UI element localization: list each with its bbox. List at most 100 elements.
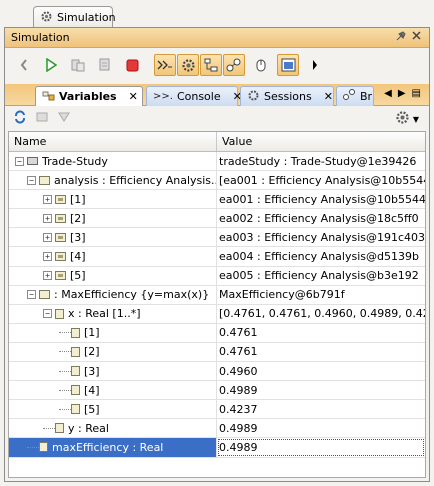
collapse-toggle-icon[interactable]: − — [43, 309, 52, 319]
tab-variables[interactable]: Variables ✕ — [35, 86, 143, 106]
collapse-toggle-icon[interactable]: − — [27, 290, 36, 300]
port-icon — [55, 308, 64, 319]
step-into-button[interactable] — [67, 54, 89, 76]
hierarchy-button[interactable] — [200, 54, 222, 76]
table-header: Name Value — [9, 132, 425, 152]
row-value[interactable]: ea004 : Efficiency Analysis@d5139b — [217, 247, 425, 265]
table-row[interactable]: maxEfficiency : Real 0.4989 — [9, 438, 425, 458]
close-icon[interactable]: ✕ — [324, 90, 333, 103]
step-over-button[interactable] — [94, 54, 116, 76]
expand-toggle-icon[interactable]: + — [43, 271, 52, 281]
tab-breakpoints[interactable]: Br — [336, 86, 374, 106]
expand-toggle-icon[interactable]: + — [43, 232, 52, 242]
column-header-value[interactable]: Value — [217, 132, 252, 151]
animation-icon — [157, 60, 172, 70]
tree-cell: [2] — [9, 342, 217, 362]
row-value[interactable]: 0.4989 — [217, 419, 425, 437]
expand-toggle-icon[interactable]: + — [43, 252, 52, 262]
row-value[interactable]: 0.4237 — [217, 400, 425, 418]
tab-label: Console — [176, 90, 221, 103]
table-row[interactable]: [1] 0.4761 — [9, 323, 425, 343]
table-row[interactable]: y : Real 0.4989 — [9, 419, 425, 439]
part-icon — [39, 290, 50, 300]
options-gear-icon[interactable] — [395, 110, 410, 128]
table-row[interactable]: + [3] ea003 : Efficiency Analysis@191c403 — [9, 228, 425, 248]
table-row[interactable]: [4] 0.4989 — [9, 381, 425, 401]
collapse-all-icon[interactable] — [35, 110, 49, 127]
chevron-down-icon[interactable]: ▼ — [413, 115, 419, 124]
step-over-icon — [99, 58, 110, 71]
pin-icon[interactable] — [396, 31, 406, 44]
row-value[interactable]: 0.4761 — [217, 343, 425, 361]
expand-all-icon[interactable] — [57, 110, 71, 127]
table-row[interactable]: + [1] ea001 : Efficiency Analysis@10b5544 — [9, 190, 425, 210]
table-row[interactable]: [2] 0.4761 — [9, 342, 425, 363]
row-name: x : Real [1..*] — [68, 307, 141, 321]
outer-tab-label: Simulation — [57, 11, 116, 24]
expand-toggle-icon[interactable]: + — [43, 194, 52, 204]
table-row[interactable]: + [4] ea004 : Efficiency Analysis@d5139b — [9, 247, 425, 267]
stop-button[interactable] — [121, 54, 143, 76]
breakpoints-icon — [343, 89, 356, 104]
scroll-right-icon[interactable]: ▶ — [398, 88, 406, 99]
step-marker-button[interactable] — [304, 54, 326, 76]
breakpoints-button[interactable] — [223, 54, 245, 76]
collapse-toggle-icon[interactable]: − — [27, 175, 36, 185]
close-icon[interactable] — [412, 31, 421, 44]
row-value[interactable]: tradeStudy : Trade-Study@1e39426 — [217, 152, 425, 170]
step-back-icon — [20, 59, 27, 71]
row-value[interactable]: ea001 : Efficiency Analysis@10b5544 — [217, 190, 425, 208]
scroll-left-icon[interactable]: ◀ — [384, 88, 392, 99]
column-header-name[interactable]: Name — [9, 132, 217, 151]
class-icon — [27, 157, 38, 166]
settings-button[interactable] — [177, 54, 199, 76]
tab-sessions[interactable]: Sessions ✕ — [240, 86, 334, 106]
inst-icon — [55, 213, 66, 223]
row-name: [5] — [70, 269, 86, 283]
row-value[interactable]: ea002 : Efficiency Analysis@18c5ff0 — [217, 209, 425, 227]
table-row[interactable]: + [5] ea005 : Efficiency Analysis@b3e192 — [9, 266, 425, 286]
sessions-icon — [247, 89, 260, 105]
table-row[interactable]: [5] 0.4237 — [9, 400, 425, 420]
table-row[interactable]: + [2] ea002 : Efficiency Analysis@18c5ff0 — [9, 209, 425, 229]
tab-label: Sessions — [264, 90, 312, 103]
tab-console[interactable]: >>. Console ✕ — [146, 86, 242, 106]
row-name: [4] — [70, 250, 86, 264]
animation-button[interactable] — [154, 54, 176, 76]
inst-icon — [55, 232, 66, 242]
stop-icon — [126, 59, 138, 71]
table-row[interactable]: [3] 0.4960 — [9, 362, 425, 382]
run-button[interactable] — [40, 54, 62, 76]
row-value[interactable]: [ea001 : Efficiency Analysis@10b5544,... — [217, 171, 425, 189]
row-value[interactable]: MaxEfficiency@6b791f — [217, 286, 425, 304]
tab-list-icon[interactable]: ▤ — [412, 88, 421, 99]
export-button[interactable] — [277, 54, 299, 76]
tree-cell: [5] — [9, 400, 217, 419]
row-value[interactable]: 0.4761 — [217, 324, 425, 342]
inst-icon — [55, 271, 66, 281]
table-row[interactable]: − analysis : Efficiency Analysis... [ea001… — [9, 171, 425, 191]
expand-toggle-icon[interactable]: + — [43, 213, 52, 223]
refresh-icon[interactable] — [13, 110, 27, 127]
export-icon — [281, 58, 295, 72]
tree-cell: − x : Real [1..*] — [9, 304, 217, 323]
collapse-toggle-icon[interactable]: − — [15, 156, 24, 166]
table-row[interactable]: − : MaxEfficiency {y=max(x)} MaxEfficienc… — [9, 285, 425, 305]
row-value[interactable]: 0.4989 — [217, 438, 425, 456]
step-back-button[interactable] — [13, 54, 35, 76]
row-value[interactable]: 0.4989 — [217, 381, 425, 399]
table-row[interactable]: − x : Real [1..*] [0.4761, 0.4761, 0.4960,… — [9, 304, 425, 324]
settings-gear-icon — [181, 58, 195, 72]
close-icon[interactable]: ✕ — [129, 90, 138, 103]
row-value[interactable]: [0.4761, 0.4761, 0.4960, 0.4989, 0.42... — [217, 305, 425, 323]
step-marker-icon — [313, 60, 317, 70]
tab-simulation-outer[interactable]: Simulation — [33, 6, 116, 28]
row-name: [3] — [84, 364, 100, 378]
tree-cell: [3] — [9, 362, 217, 381]
breakpoints-icon — [226, 58, 241, 72]
row-value[interactable]: ea005 : Efficiency Analysis@b3e192 — [217, 267, 425, 285]
row-value[interactable]: 0.4960 — [217, 362, 425, 380]
row-value[interactable]: ea003 : Efficiency Analysis@191c403 — [217, 228, 425, 246]
table-row[interactable]: − Trade-Study tradeStudy : Trade-Study@1e3… — [9, 152, 425, 172]
mouse-button[interactable] — [250, 54, 272, 76]
